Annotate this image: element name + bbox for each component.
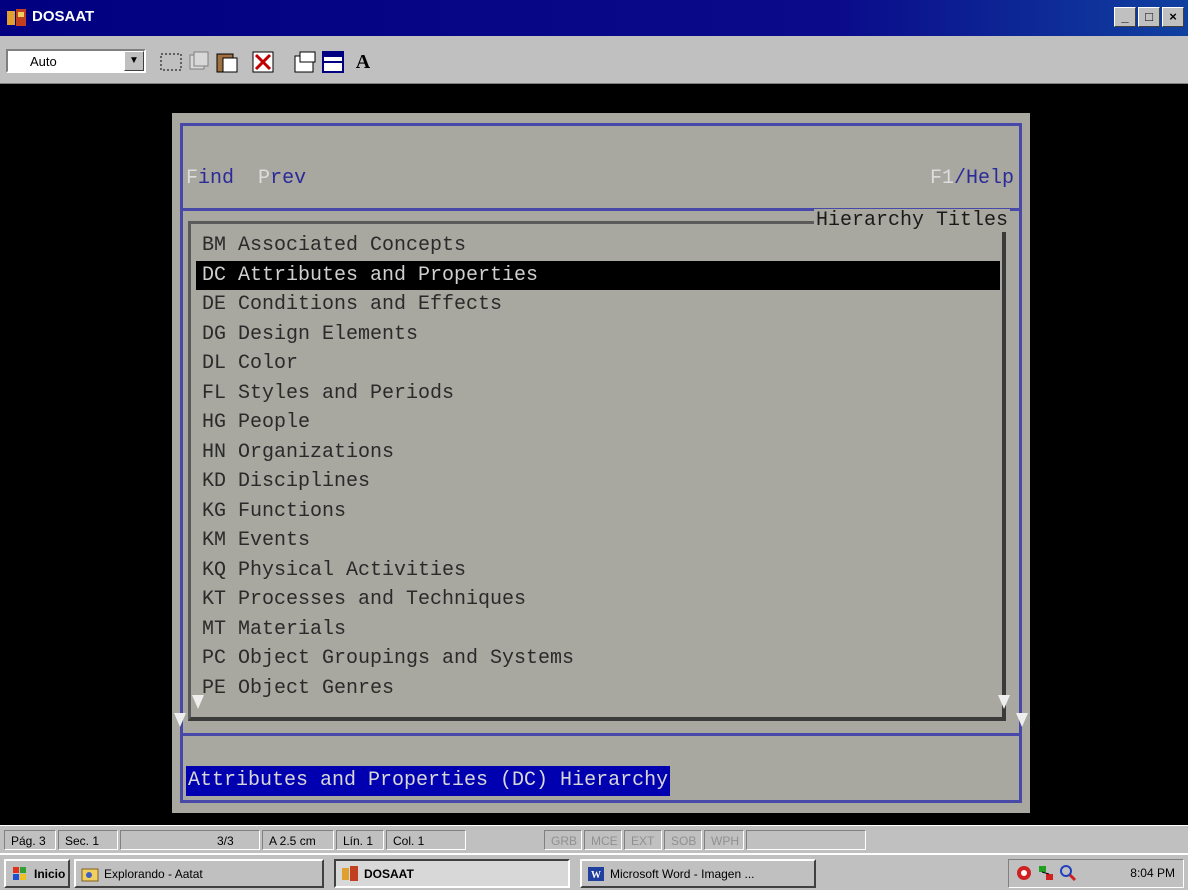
status-page: Pág. 3	[4, 830, 56, 850]
status-position: A 2.5 cm	[262, 830, 334, 850]
start-button[interactable]: Inicio	[4, 859, 70, 888]
list-item[interactable]: PE Object Genres	[196, 674, 1000, 704]
system-tray: 8:04 PM	[1008, 859, 1184, 888]
scroll-down-arrow-icon[interactable]	[998, 695, 1010, 709]
list-item[interactable]: PC Object Groupings and Systems	[196, 644, 1000, 674]
list-item[interactable]: DG Design Elements	[196, 320, 1000, 350]
copy-icon	[189, 51, 209, 70]
shield-icon[interactable]	[1015, 864, 1033, 882]
font-size-value: Auto	[30, 54, 57, 69]
hierarchy-list[interactable]: BM Associated Concepts DC Attributes and …	[196, 231, 1000, 703]
menu-find[interactable]: Find	[186, 167, 234, 190]
scroll-down-arrow-icon[interactable]	[192, 695, 204, 709]
status-column: Col. 1	[386, 830, 466, 850]
maximize-button[interactable]: □	[1138, 7, 1160, 27]
copy-button[interactable]	[186, 49, 212, 75]
scroll-down-arrow-icon[interactable]	[174, 713, 186, 727]
find-label: ind	[198, 167, 235, 190]
list-item[interactable]: DE Conditions and Effects	[196, 290, 1000, 320]
status-pages: 3/3	[120, 830, 260, 850]
task-dosaat[interactable]: DOSAAT	[334, 859, 570, 888]
task-explorer[interactable]: Explorando - Aatat	[74, 859, 324, 888]
menu-help[interactable]: F1/Help	[930, 167, 1014, 190]
help-label: /Help	[953, 167, 1014, 190]
list-item[interactable]: KG Functions	[196, 497, 1000, 527]
mark-button[interactable]	[158, 49, 184, 75]
network-icon[interactable]	[1037, 864, 1055, 882]
task-label: DOSAAT	[364, 866, 414, 881]
prev-hotkey: P	[258, 167, 271, 190]
mark-icon	[160, 53, 182, 71]
mode-ext[interactable]: EXT	[624, 830, 662, 850]
task-label: Microsoft Word - Imagen ...	[610, 866, 755, 881]
status-bar: Pág. 3 Sec. 1 3/3 A 2.5 cm Lín. 1 Col. 1…	[0, 825, 1188, 853]
properties-icon	[294, 51, 316, 73]
font-size-select[interactable]: Auto ▼	[6, 49, 146, 73]
menu-prev[interactable]: Prev	[258, 167, 306, 190]
svg-text:W: W	[591, 870, 601, 881]
start-label: Inicio	[34, 866, 66, 881]
full-screen-button[interactable]	[250, 49, 276, 75]
list-item[interactable]: FL Styles and Periods	[196, 379, 1000, 409]
dosaat-app-icon	[342, 865, 358, 881]
menu-bar: Find Prev	[186, 167, 306, 190]
window-title: DOSAAT	[32, 8, 95, 25]
toolbar: Auto ▼ A	[0, 36, 1188, 84]
console-area: Find Prev F1/Help Hierarchy Titles BM As…	[0, 85, 1188, 825]
paste-icon	[216, 53, 238, 73]
minimize-button[interactable]: _	[1114, 7, 1136, 27]
mode-rec[interactable]: GRB	[544, 830, 582, 850]
window-controls: _ □ ×	[1114, 7, 1184, 27]
properties-button[interactable]	[292, 49, 318, 75]
mode-wph[interactable]: WPH	[704, 830, 744, 850]
taskbar: Inicio Explorando - Aatat DOSAAT W Micro…	[0, 853, 1188, 890]
background-button[interactable]	[320, 49, 346, 75]
task-label: Explorando - Aatat	[104, 866, 203, 881]
task-word[interactable]: W Microsoft Word - Imagen ...	[580, 859, 816, 888]
list-item[interactable]: DC Attributes and Properties	[196, 260, 1000, 290]
close-button[interactable]: ×	[1162, 7, 1184, 27]
list-title: Hierarchy Titles	[813, 209, 1010, 232]
dosaat-app-icon	[7, 9, 26, 26]
list-item[interactable]: KM Events	[196, 526, 1000, 556]
explorer-icon	[81, 868, 99, 881]
list-item[interactable]: KD Disciplines	[196, 467, 1000, 497]
paste-button[interactable]	[214, 49, 240, 75]
divider	[180, 733, 1022, 736]
mode-ovr[interactable]: SOB	[664, 830, 702, 850]
search-icon[interactable]	[1059, 864, 1077, 882]
window-icon	[322, 51, 344, 73]
find-hotkey: F	[186, 167, 199, 190]
font-button[interactable]: A	[350, 49, 376, 75]
list-item[interactable]: KT Processes and Techniques	[196, 585, 1000, 615]
status-line: Lín. 1	[336, 830, 384, 850]
prev-label: rev	[270, 167, 307, 190]
mode-trk[interactable]: MCE	[584, 830, 622, 850]
full-screen-icon	[252, 51, 274, 73]
list-item[interactable]: DL Color	[196, 349, 1000, 379]
hierarchy-dialog: Find Prev F1/Help Hierarchy Titles BM As…	[172, 113, 1030, 813]
scroll-down-arrow-icon[interactable]	[1016, 713, 1028, 727]
clock: 8:04 PM	[1130, 866, 1175, 880]
windows-logo-icon	[13, 866, 26, 880]
word-icon: W	[588, 866, 604, 881]
status-empty	[746, 830, 866, 850]
hierarchy-status-line: Attributes and Properties (DC) Hierarchy	[186, 766, 671, 796]
list-item[interactable]: HG People	[196, 408, 1000, 438]
window-title-bar: DOSAAT _ □ ×	[0, 0, 1188, 36]
dropdown-arrow-icon[interactable]: ▼	[124, 51, 144, 71]
help-hotkey: F1	[929, 167, 954, 190]
list-item[interactable]: MT Materials	[196, 615, 1000, 645]
status-section: Sec. 1	[58, 830, 118, 850]
list-item[interactable]: BM Associated Concepts	[196, 231, 1000, 261]
list-item[interactable]: KQ Physical Activities	[196, 556, 1000, 586]
list-item[interactable]: HN Organizations	[196, 438, 1000, 468]
